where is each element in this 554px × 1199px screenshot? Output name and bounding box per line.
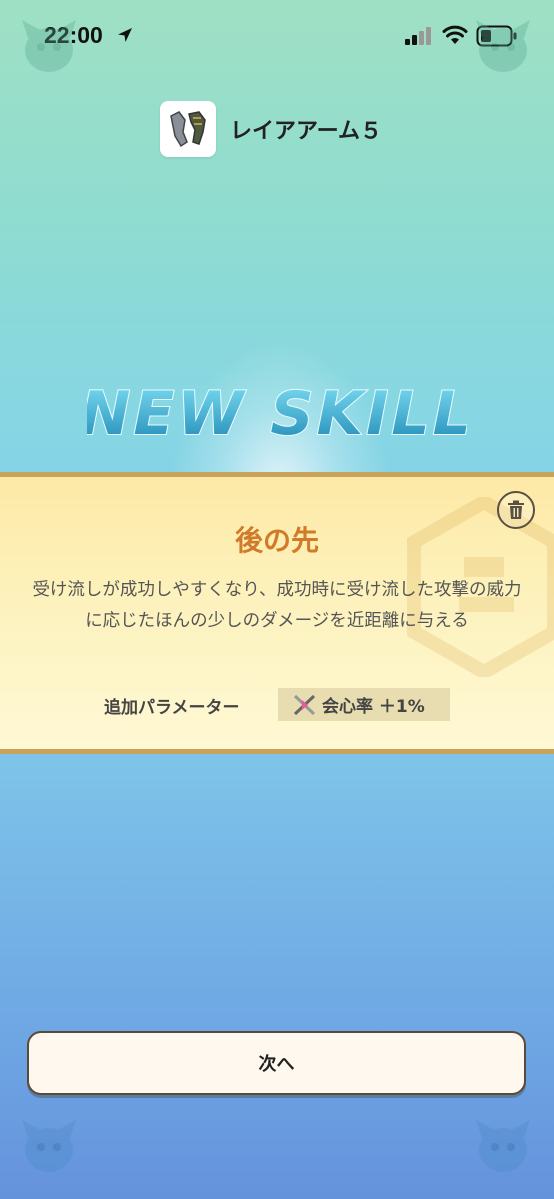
mascot-watermark-icon: [476, 20, 530, 72]
item-name: レイアアーム５: [230, 119, 383, 144]
parameter-value: 会心率 ＋1%: [322, 697, 425, 717]
next-button-label: 次へ: [258, 1054, 295, 1075]
critical-swords-icon: [293, 694, 316, 715]
mascot-watermark-icon: [22, 1120, 76, 1172]
wifi-icon: [442, 25, 468, 44]
item-header: レイアアーム５: [160, 100, 382, 158]
arm-armor-icon: [170, 111, 206, 148]
mascot-watermark-icon: [22, 20, 76, 72]
parameter-chip: 会心率 ＋1%: [278, 688, 450, 721]
skill-description: 受け流しが成功しやすくなり、成功時に受け流した攻撃の威力に応じたほんの少しのダメ…: [32, 580, 522, 631]
new-skill-text: NEW SKILL: [79, 378, 472, 450]
new-skill-banner: NEW SKILL: [0, 378, 554, 452]
skill-card: 後の先 受け流しが成功しやすくなり、成功時に受け流した攻撃の威力に応じたほんの少…: [0, 472, 554, 754]
location-arrow-icon: [118, 28, 132, 42]
item-thumbnail: [160, 101, 216, 157]
skill-name: 後の先: [234, 524, 319, 557]
trash-icon: [508, 500, 524, 519]
additional-parameter-label: 追加パラメーター: [104, 698, 240, 718]
cellular-signal-icon: [405, 27, 431, 45]
mascot-watermark-icon: [476, 1120, 530, 1172]
new-skill-title-text: NEW SKILL: [87, 379, 467, 448]
next-button[interactable]: 次へ: [27, 1031, 526, 1095]
